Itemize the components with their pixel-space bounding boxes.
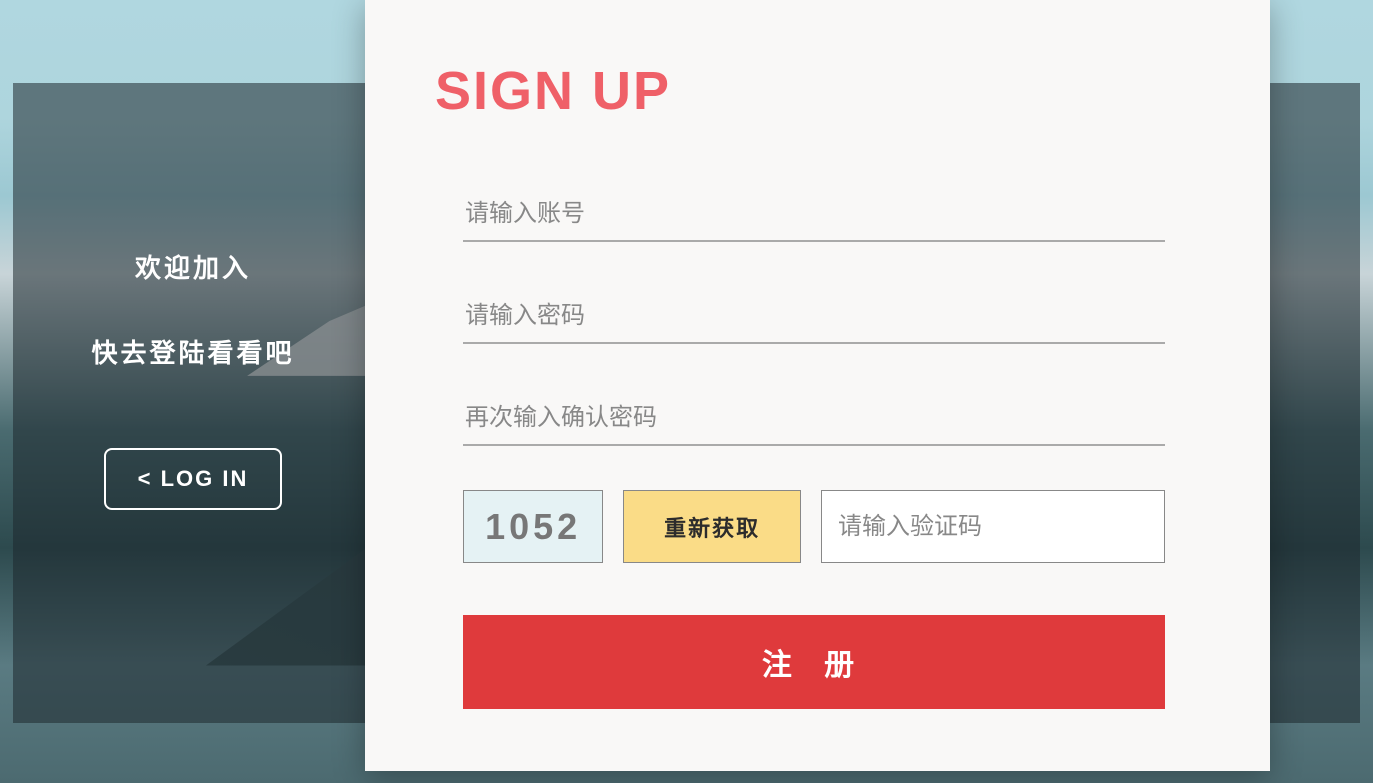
register-submit-button[interactable]: 注 册 (463, 615, 1165, 709)
left-welcome-section: 欢迎加入 快去登陆看看吧 < LOG IN (13, 83, 373, 510)
signup-title: SIGN UP (435, 60, 1175, 122)
refresh-captcha-button[interactable]: 重新获取 (623, 490, 801, 563)
captcha-input[interactable] (821, 490, 1165, 563)
confirm-password-input[interactable] (463, 396, 1165, 446)
account-input[interactable] (463, 192, 1165, 242)
captcha-row: 1052 重新获取 (463, 490, 1165, 563)
signup-card: SIGN UP 1052 重新获取 注 册 (365, 0, 1270, 771)
welcome-heading-1: 欢迎加入 (13, 248, 373, 285)
password-input[interactable] (463, 294, 1165, 344)
captcha-code-display: 1052 (463, 490, 603, 563)
welcome-heading-2: 快去登陆看看吧 (13, 333, 373, 370)
login-button[interactable]: < LOG IN (104, 448, 283, 510)
signup-form: 1052 重新获取 注 册 (435, 192, 1175, 709)
